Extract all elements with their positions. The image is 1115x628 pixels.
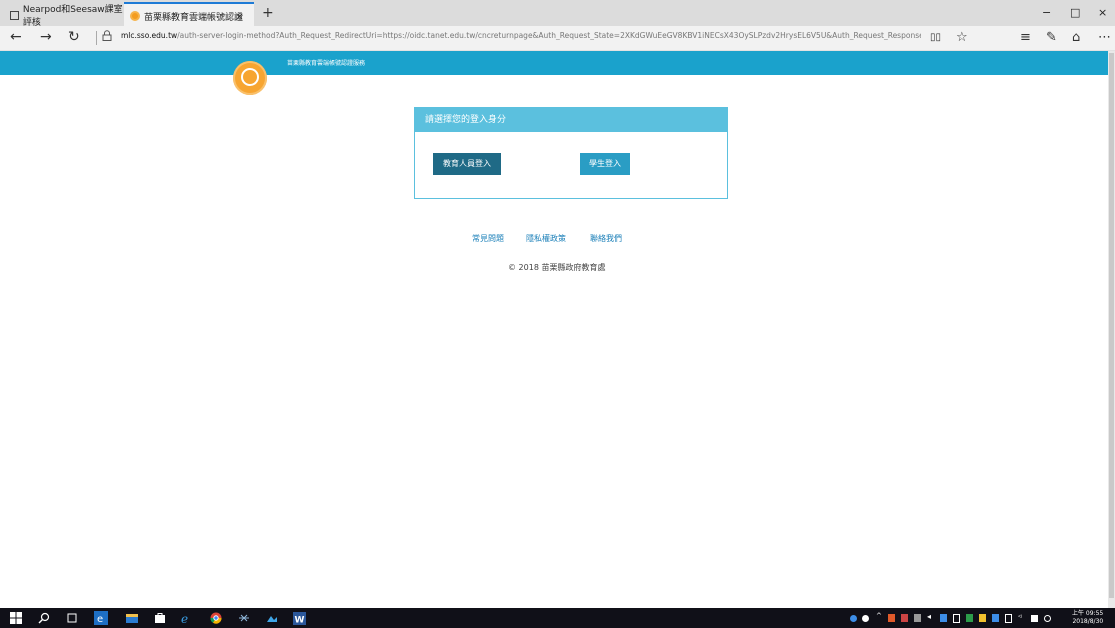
input-method-icon[interactable] [1031,615,1038,622]
tray-app-icon[interactable] [862,615,869,622]
maximize-button[interactable]: □ [1070,6,1080,19]
svg-text:e: e [97,614,103,625]
student-login-button[interactable]: 學生登入 [580,153,630,175]
login-panel-header: 請選擇您的登入身分 [415,108,727,132]
privacy-policy-link[interactable]: 隱私權政策 [526,233,566,244]
tray-app-icon[interactable] [966,614,973,622]
tray-app-icon[interactable] [888,614,895,622]
divider [96,31,97,45]
tray-app-icon[interactable] [940,614,947,622]
lock-icon [102,30,112,44]
tab-nearpod[interactable]: Nearpod和Seesaw課室評核 [4,4,124,28]
word-icon[interactable]: W [293,612,306,625]
reading-view-icon[interactable]: ▯▯ [930,32,941,43]
tray-app-icon[interactable] [850,615,857,622]
tray-app-icon[interactable] [914,614,921,622]
url-field[interactable]: mlc.sso.edu.tw/auth-server-login-method?… [121,31,921,40]
network-icon[interactable] [1005,614,1012,623]
windows-taskbar: e e W ^ ◂ ◃ 上午 09:55 2018/8/30 [0,608,1115,628]
favorite-star-icon[interactable]: ☆ [956,30,968,45]
system-clock[interactable]: 上午 09:55 2018/8/30 [1072,610,1103,626]
forward-button[interactable]: → [40,29,52,45]
tray-app-icon[interactable] [953,614,960,623]
tray-app-icon[interactable] [901,614,908,622]
site-favicon-icon [130,11,140,21]
contact-us-link[interactable]: 聯絡我們 [590,233,622,244]
refresh-button[interactable]: ↻ [68,29,80,45]
hub-icon[interactable]: ≡ [1020,30,1031,45]
url-host: mlc.sso.edu.tw [121,31,178,40]
share-icon[interactable]: ⌂ [1072,30,1080,45]
faq-link[interactable]: 常見問題 [472,233,504,244]
login-identity-panel: 請選擇您的登入身分 教育人員登入 學生登入 [414,107,728,199]
web-note-icon[interactable]: ✎ [1046,30,1057,45]
more-icon[interactable]: ⋯ [1098,30,1111,45]
url-path: /auth-server-login-method?Auth_Request_R… [177,31,921,40]
edge-browser-icon[interactable]: e [94,611,108,625]
task-view-icon[interactable] [66,612,78,624]
copyright-text: © 2018 苗栗縣政府教育處 [508,263,606,272]
internet-explorer-icon[interactable]: e [180,612,194,624]
back-button[interactable]: ← [10,29,22,45]
tray-app-icon[interactable] [979,614,986,622]
close-window-button[interactable]: × [1098,6,1107,19]
store-icon[interactable] [154,612,166,624]
svg-text:e: e [181,612,188,624]
tab-label: Nearpod和Seesaw課室評核 [22,5,123,28]
browser-tab-bar: Nearpod和Seesaw課室評核 苗栗縣教育雲端帳號認證 × + − □ × [0,0,1115,28]
site-title: 苗栗縣教育雲端帳號認證服務 [287,60,366,67]
chrome-icon[interactable] [210,612,222,624]
tray-app-icon[interactable] [992,614,999,622]
notification-icon[interactable] [1044,615,1051,622]
address-bar: ← → ↻ mlc.sso.edu.tw/auth-server-login-m… [0,26,1115,51]
minimize-button[interactable]: − [1042,6,1051,19]
tray-chevron-icon[interactable]: ^ [876,612,884,624]
tab-label: 苗栗縣教育雲端帳號認證 [144,12,244,23]
site-banner: 苗栗縣教育雲端帳號認證服務 [0,51,1108,75]
scrollbar-thumb[interactable] [1109,53,1114,598]
windows-start-icon[interactable] [10,612,22,624]
page-icon [10,10,19,20]
photos-app-icon[interactable] [266,612,278,624]
network-app-icon[interactable] [238,612,250,624]
clock-time: 上午 09:55 [1072,610,1104,617]
file-explorer-icon[interactable] [126,612,138,624]
volume-icon[interactable]: ◂ [927,612,935,624]
site-logo-icon[interactable] [233,61,267,95]
svg-text:W: W [295,616,305,626]
speaker-icon[interactable]: ◃ [1018,612,1026,624]
logo-ring [241,68,259,86]
new-tab-button[interactable]: + [262,5,274,21]
search-icon[interactable] [38,612,50,624]
staff-login-button[interactable]: 教育人員登入 [433,153,501,175]
page-scrollbar[interactable] [1108,51,1115,608]
close-tab-icon[interactable]: × [235,10,244,23]
tab-login[interactable]: 苗栗縣教育雲端帳號認證 × [124,2,254,28]
clock-date: 2018/8/30 [1072,618,1104,625]
